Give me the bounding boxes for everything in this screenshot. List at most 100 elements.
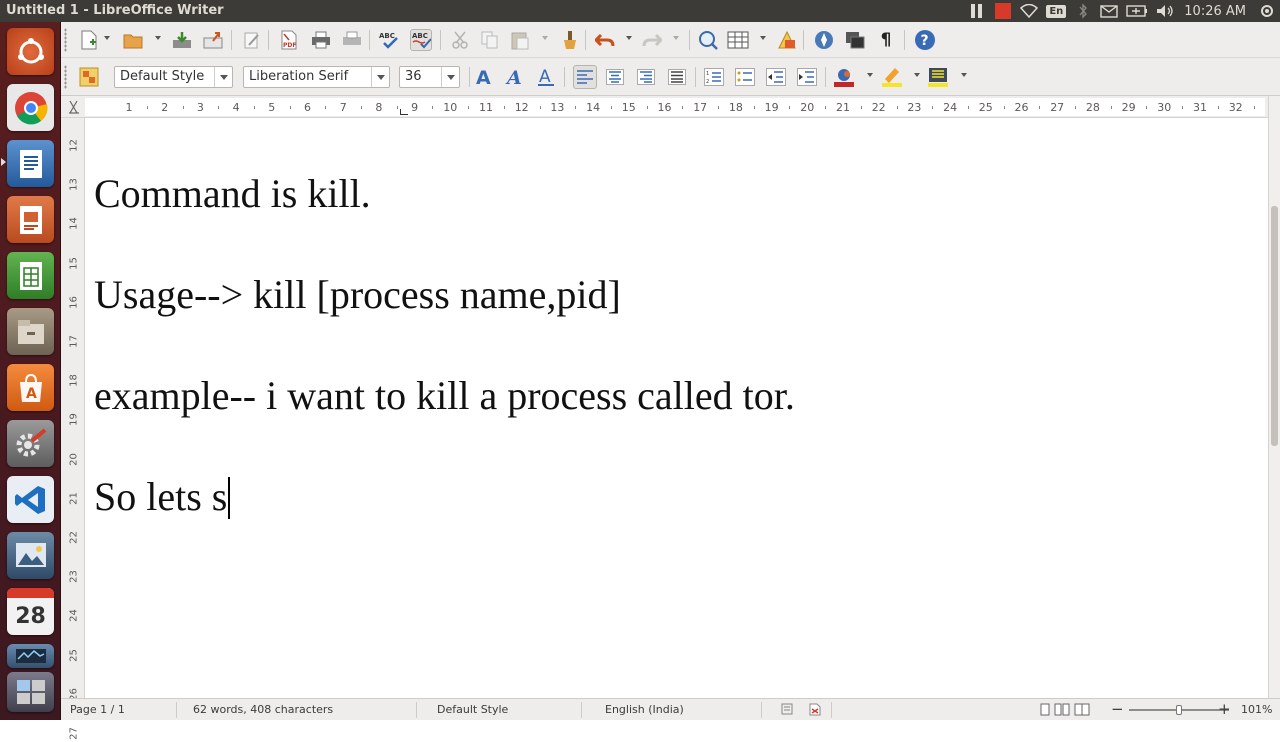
- mail-icon[interactable]: [1096, 0, 1122, 22]
- numbering-icon[interactable]: 12: [703, 66, 725, 88]
- paragraph-style-combo[interactable]: Default Style: [114, 66, 233, 88]
- gallery-icon[interactable]: [844, 29, 866, 51]
- software-center-icon[interactable]: A: [7, 364, 54, 411]
- highlighting-icon[interactable]: [881, 66, 903, 88]
- zoom-in-icon[interactable]: +: [1218, 700, 1231, 718]
- bluetooth-icon[interactable]: [1070, 0, 1096, 22]
- styles-formatting-icon[interactable]: [78, 66, 100, 88]
- paste-dropdown-arrow[interactable]: [542, 36, 548, 40]
- document-line[interactable]: Command is kill.: [94, 170, 371, 217]
- vertical-scrollbar[interactable]: [1268, 96, 1280, 698]
- volume-icon[interactable]: [1152, 0, 1178, 22]
- zoom-out-icon[interactable]: −: [1111, 700, 1124, 718]
- record-stop-icon[interactable]: [990, 0, 1016, 22]
- undo-icon[interactable]: [594, 29, 616, 51]
- horizontal-ruler[interactable]: 1 2 3 4 5 6 7 8 9 10 11 12 13 14 15 16 17 18 19 20 21 22 23 24 2…: [85, 98, 1265, 116]
- ubuntu-dash-icon[interactable]: [7, 28, 54, 75]
- bullets-icon[interactable]: [734, 66, 756, 88]
- system-monitor-icon[interactable]: [7, 644, 54, 668]
- battery-icon[interactable]: [1122, 0, 1152, 22]
- document-line[interactable]: Usage--> kill [process name,pid]: [94, 271, 621, 318]
- decrease-indent-icon[interactable]: [765, 66, 787, 88]
- chevron-down-icon[interactable]: [441, 67, 459, 87]
- impress-icon[interactable]: [7, 196, 54, 243]
- help-icon[interactable]: ?: [914, 29, 936, 51]
- clone-formatting-icon[interactable]: [559, 29, 581, 51]
- auto-spellcheck-toggle[interactable]: ABC: [410, 29, 432, 51]
- vscode-icon[interactable]: [7, 476, 54, 523]
- redo-icon[interactable]: [641, 29, 663, 51]
- multi-page-view-icon[interactable]: [1054, 703, 1070, 719]
- document-line[interactable]: example-- i want to kill a process calle…: [94, 372, 795, 419]
- calendar-icon[interactable]: 28: [7, 588, 54, 635]
- zoom-slider-handle[interactable]: [1176, 705, 1182, 715]
- chrome-icon[interactable]: [7, 84, 54, 131]
- document-page[interactable]: Command is kill. Usage--> kill [process …: [85, 118, 1268, 698]
- insert-mode-icon[interactable]: [781, 703, 793, 718]
- open-dropdown-arrow[interactable]: [155, 36, 161, 40]
- pause-icon[interactable]: [964, 0, 990, 22]
- system-settings-icon[interactable]: [7, 420, 54, 467]
- table-dropdown-arrow[interactable]: [760, 36, 766, 40]
- zoom-percent[interactable]: 101%: [1241, 703, 1272, 716]
- page-style[interactable]: Default Style: [437, 703, 508, 716]
- book-view-icon[interactable]: [1074, 703, 1090, 719]
- word-count[interactable]: 62 words, 408 characters: [193, 703, 333, 716]
- highlighting-dropdown-arrow[interactable]: [914, 73, 920, 77]
- spelling-icon[interactable]: ABC: [378, 29, 400, 51]
- email-document-icon[interactable]: [202, 29, 224, 51]
- export-pdf-icon[interactable]: PDF: [278, 29, 300, 51]
- navigator-icon[interactable]: [813, 29, 835, 51]
- background-color-dropdown-arrow[interactable]: [961, 73, 967, 77]
- scrollbar-thumb[interactable]: [1271, 206, 1278, 446]
- underline-icon[interactable]: A: [535, 66, 557, 88]
- open-folder-icon[interactable]: [122, 29, 144, 51]
- edit-mode-icon[interactable]: [241, 29, 263, 51]
- font-size-combo[interactable]: 36: [399, 66, 460, 88]
- text-language[interactable]: English (India): [605, 703, 684, 716]
- document-line[interactable]: So lets s: [94, 473, 227, 520]
- keyboard-language-indicator[interactable]: En: [1042, 0, 1070, 22]
- font-color-dropdown-arrow[interactable]: [867, 73, 873, 77]
- image-viewer-icon[interactable]: [7, 532, 54, 579]
- tab-stop-type-icon[interactable]: [67, 99, 81, 115]
- writer-icon[interactable]: [7, 140, 54, 187]
- save-icon[interactable]: [171, 29, 193, 51]
- chevron-down-icon[interactable]: [371, 67, 389, 87]
- single-page-view-icon[interactable]: [1039, 703, 1051, 719]
- italic-icon[interactable]: A: [504, 66, 526, 88]
- toolbar-grip[interactable]: [64, 65, 67, 89]
- justify-icon[interactable]: [666, 66, 688, 88]
- workspace-switcher-icon[interactable]: [7, 672, 54, 712]
- undo-dropdown-arrow[interactable]: [626, 36, 632, 40]
- background-color-icon[interactable]: [927, 66, 949, 88]
- font-color-icon[interactable]: [833, 66, 855, 88]
- bold-icon[interactable]: A: [473, 66, 495, 88]
- indent-marker-icon[interactable]: [399, 109, 408, 115]
- increase-indent-icon[interactable]: [796, 66, 818, 88]
- clock[interactable]: 10:26 AM: [1178, 0, 1254, 22]
- print-icon[interactable]: [310, 29, 332, 51]
- copy-icon[interactable]: [479, 29, 501, 51]
- document-modified-icon[interactable]: [809, 703, 821, 719]
- toolbar-grip[interactable]: [64, 28, 67, 52]
- align-right-icon[interactable]: [635, 66, 657, 88]
- show-draw-functions-icon[interactable]: [776, 29, 798, 51]
- wifi-icon[interactable]: [1016, 0, 1042, 22]
- insert-table-icon[interactable]: [727, 29, 749, 51]
- chevron-down-icon[interactable]: [214, 67, 232, 87]
- align-center-icon[interactable]: [604, 66, 626, 88]
- print-preview-icon[interactable]: [341, 29, 363, 51]
- new-dropdown-arrow[interactable]: [104, 36, 110, 40]
- page-indicator[interactable]: Page 1 / 1: [70, 703, 125, 716]
- files-icon[interactable]: [7, 308, 54, 355]
- formatting-marks-icon[interactable]: ¶: [875, 29, 897, 51]
- new-document-icon[interactable]: [78, 29, 100, 51]
- find-replace-icon[interactable]: [697, 29, 719, 51]
- font-name-combo[interactable]: Liberation Serif: [243, 66, 390, 88]
- power-gear-icon[interactable]: [1254, 0, 1280, 22]
- align-left-icon[interactable]: [573, 65, 597, 89]
- calc-icon[interactable]: [7, 252, 54, 299]
- paste-icon[interactable]: [509, 29, 531, 51]
- cut-icon[interactable]: [449, 29, 471, 51]
